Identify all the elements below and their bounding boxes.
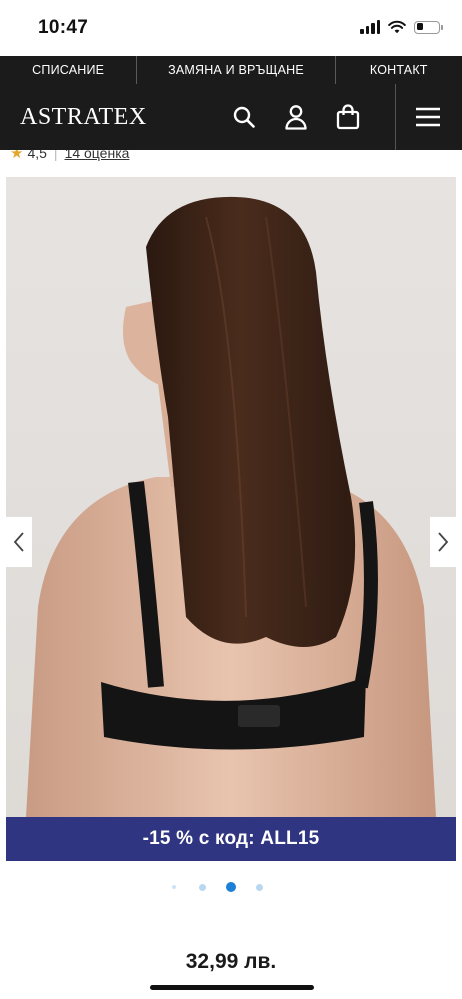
top-nav-link-magazine[interactable]: СПИСАНИЕ [0,56,138,84]
site-logo[interactable]: ASTRATEX [20,104,147,131]
header-divider [395,84,396,150]
top-nav-link-contact[interactable]: КОНТАКТ [336,56,462,84]
search-icon[interactable] [228,101,260,133]
top-nav: СПИСАНИЕ ЗАМЯНА И ВРЪЩАНЕ КОНТАКТ [0,56,462,84]
wifi-icon [388,20,406,34]
status-icons [360,20,443,34]
chevron-left-icon [13,532,24,552]
gallery-pagination [0,880,462,894]
gallery-next-button[interactable] [430,517,456,567]
status-time: 10:47 [38,17,89,38]
cellular-signal-icon [360,20,380,34]
account-icon[interactable] [280,101,312,133]
battery-icon [414,20,443,34]
product-image[interactable] [6,177,456,817]
status-bar: 10:47 [0,0,462,56]
menu-icon[interactable] [412,101,444,133]
top-nav-link-exchange-returns[interactable]: ЗАМЯНА И ВРЪЩАНЕ [137,56,336,84]
site-header: ASTRATEX [0,84,462,150]
product-photo [6,177,456,817]
gallery-dot[interactable] [172,885,176,889]
home-indicator [150,985,314,990]
gallery-dot[interactable] [199,884,206,891]
cart-icon[interactable] [332,101,364,133]
promo-banner: -15 % с код: ALL15 [6,817,456,861]
chevron-right-icon [438,532,449,552]
product-price: 32,99 лв. [185,950,277,973]
gallery-dot-active[interactable] [226,882,236,892]
gallery-prev-button[interactable] [6,517,32,567]
gallery-dot[interactable] [256,884,263,891]
